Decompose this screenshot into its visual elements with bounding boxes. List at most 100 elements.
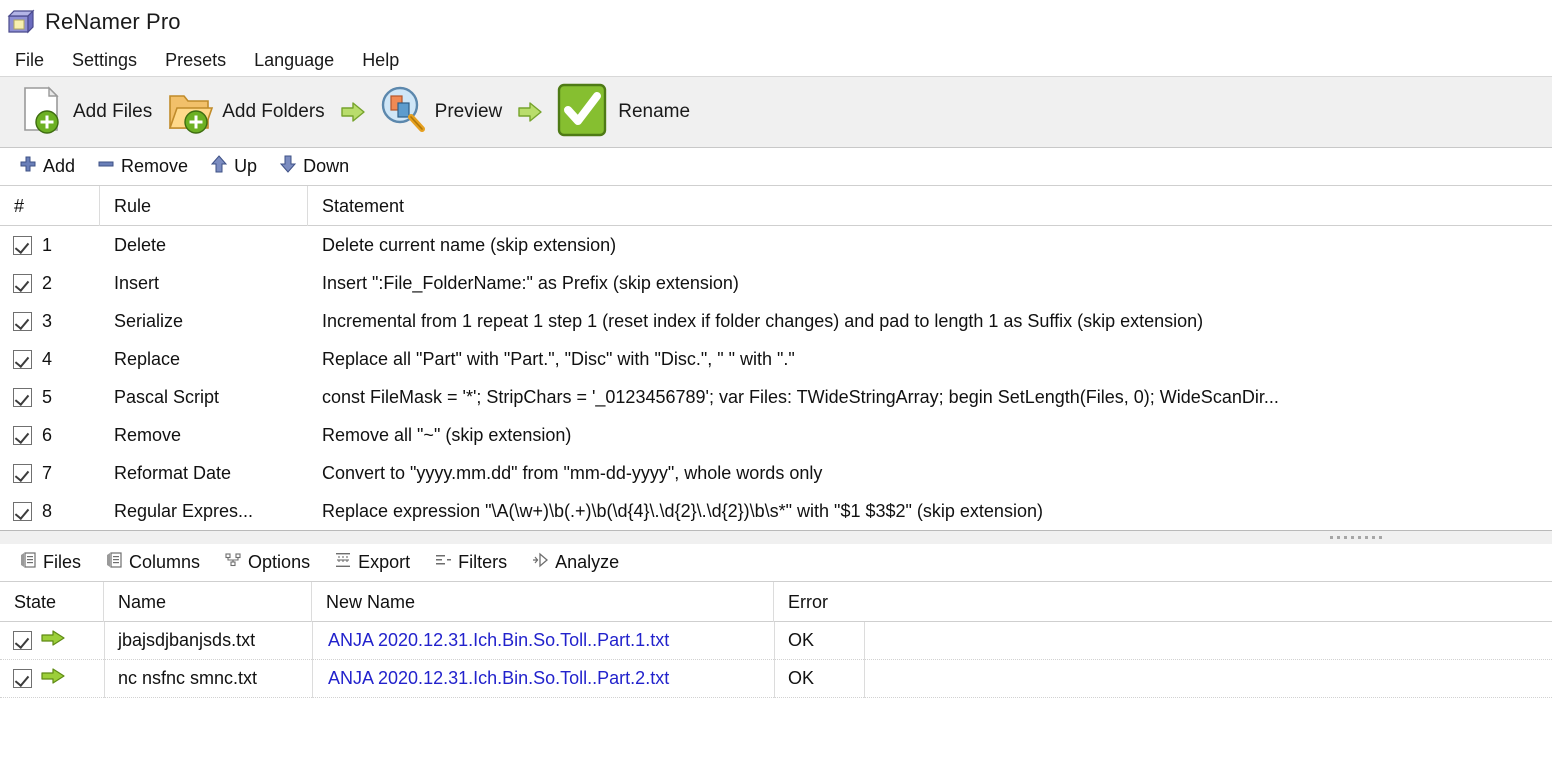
rules-column-rule[interactable]: Rule [100,185,308,226]
rule-checkbox[interactable] [13,311,32,331]
rule-name: Delete [114,234,167,255]
rule-checkbox[interactable] [13,463,32,483]
move-rule-up-button[interactable]: Up [201,151,266,182]
preview-button[interactable]: Preview [372,80,512,145]
file-original-name: nc nsfnc smnc.txt [118,668,258,688]
rule-enabled-cell[interactable]: 4 [0,340,100,378]
table-row[interactable]: 3 Serialize Incremental from 1 repeat 1 … [0,302,1552,340]
table-row[interactable]: 7 Reformat Date Convert to "yyyy.mm.dd" … [0,454,1552,492]
arrow-up-icon [210,155,228,178]
preview-magnifier-icon [377,84,427,141]
files-column-divider [774,622,775,698]
rule-checkbox[interactable] [13,387,32,407]
rule-name: Serialize [114,310,184,331]
rule-checkbox[interactable] [13,235,32,255]
tab-export[interactable]: Export [323,546,421,579]
table-row[interactable]: 6 Remove Remove all "~" (skip extension) [0,416,1552,454]
files-column-state[interactable]: State [0,581,104,622]
rule-enabled-cell[interactable]: 6 [0,416,100,454]
rule-name: Regular Expres... [114,500,254,521]
menu-item-presets[interactable]: Presets [164,48,227,73]
panel-splitter[interactable] [0,530,1552,544]
menu-item-settings[interactable]: Settings [71,48,138,73]
rule-enabled-cell[interactable]: 3 [0,302,100,340]
tab-options[interactable]: Options [213,546,321,579]
rename-label: Rename [618,101,691,122]
rule-enabled-cell[interactable]: 8 [0,492,100,530]
files-column-divider [864,622,865,698]
table-row[interactable]: 8 Regular Expres... Replace expression "… [0,492,1552,530]
tab-analyze[interactable]: Analyze [520,546,630,579]
rule-number: 3 [42,310,53,331]
add-folders-button[interactable]: Add Folders [161,80,333,145]
menu-item-file[interactable]: File [14,48,45,73]
file-error-status: OK [788,668,815,688]
move-rule-down-button[interactable]: Down [270,151,358,182]
menu-item-language[interactable]: Language [253,48,335,73]
arrow-down-icon [279,155,297,178]
file-original-name: jbajsdjbanjsds.txt [118,630,256,650]
rule-enabled-cell[interactable]: 2 [0,264,100,302]
rule-name: Reformat Date [114,462,232,483]
rule-number: 6 [42,424,53,445]
rule-number: 1 [42,234,53,255]
tab-options-label: Options [248,552,311,572]
rule-checkbox[interactable] [13,273,32,293]
tab-columns[interactable]: Columns [94,546,211,579]
file-state-cell[interactable] [0,660,104,698]
files-grid-body: jbajsdjbanjsds.txt ANJA 2020.12.31.Ich.B… [0,622,1552,698]
rule-checkbox[interactable] [13,501,32,521]
green-arrow-right-icon [340,100,366,124]
add-folders-icon [166,84,214,141]
file-error-status: OK [788,630,815,650]
title-bar: ReNamer Pro [0,0,1552,44]
table-row[interactable]: 2 Insert Insert ":File_FolderName:" as P… [0,264,1552,302]
green-arrow-right-icon-2 [517,100,543,124]
rule-number: 7 [42,462,53,483]
rename-button[interactable]: Rename [549,78,699,147]
remove-rule-button[interactable]: Remove [88,151,197,182]
rules-column-statement[interactable]: Statement [308,186,1552,226]
files-column-error[interactable]: Error [774,582,1552,622]
add-files-label: Add Files [73,101,153,122]
files-column-divider [312,622,313,698]
green-arrow-right-icon [41,667,65,690]
files-column-new-name[interactable]: New Name [312,581,774,622]
tab-columns-label: Columns [129,552,201,572]
table-row[interactable]: 1 Delete Delete current name (skip exten… [0,226,1552,264]
remove-rule-label: Remove [121,156,189,176]
table-row[interactable]: nc nsfnc smnc.txt ANJA 2020.12.31.Ich.Bi… [0,660,1552,698]
renamer-pro-window: ReNamer Pro File Settings Presets Langua… [0,0,1552,764]
menu-item-help[interactable]: Help [361,48,400,73]
add-files-icon [17,84,65,141]
rule-number: 8 [42,500,53,521]
files-list-icon [19,551,37,574]
rule-checkbox[interactable] [13,349,32,369]
file-state-cell[interactable] [0,622,104,660]
rename-checkmark-icon [554,82,610,143]
rules-column-number[interactable]: # [0,185,100,226]
rule-statement: Incremental from 1 repeat 1 step 1 (rese… [322,310,1204,331]
rule-name: Replace [114,348,181,369]
files-column-name[interactable]: Name [104,581,312,622]
table-row[interactable]: jbajsdjbanjsds.txt ANJA 2020.12.31.Ich.B… [0,622,1552,660]
table-row[interactable]: 4 Replace Replace all "Part" with "Part.… [0,340,1552,378]
add-rule-button[interactable]: Add [10,151,84,182]
tab-filters[interactable]: Filters [423,546,518,579]
rules-toolbar: Add Remove Up Down [0,148,1552,186]
filters-icon [434,551,452,574]
rule-enabled-cell[interactable]: 7 [0,454,100,492]
rule-checkbox[interactable] [13,425,32,445]
add-files-button[interactable]: Add Files [12,80,161,145]
columns-list-icon [105,551,123,574]
file-checkbox[interactable] [13,631,32,650]
tab-files[interactable]: Files [8,546,92,579]
rule-enabled-cell[interactable]: 1 [0,226,100,264]
rule-statement: Replace all "Part" with "Part.", "Disc" … [322,348,795,369]
table-row[interactable]: 5 Pascal Script const FileMask = '*'; St… [0,378,1552,416]
rule-name: Pascal Script [114,386,220,407]
file-checkbox[interactable] [13,669,32,688]
rule-enabled-cell[interactable]: 5 [0,378,100,416]
tab-files-label: Files [43,552,82,572]
move-rule-down-label: Down [303,156,350,176]
